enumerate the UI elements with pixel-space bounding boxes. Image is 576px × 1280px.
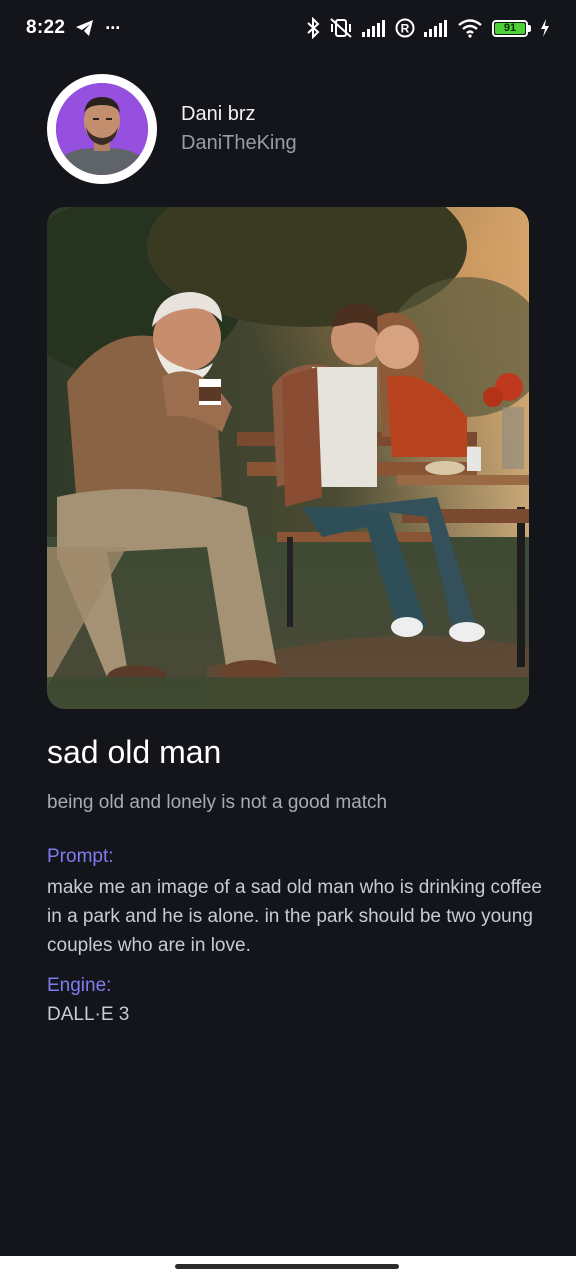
post-description: being old and lonely is not a good match xyxy=(47,792,388,813)
wifi-icon xyxy=(457,18,483,38)
svg-text:R: R xyxy=(401,22,410,36)
charging-icon xyxy=(540,19,550,37)
registered-icon: R xyxy=(395,18,415,38)
prompt-label: Prompt: xyxy=(47,846,114,867)
prompt-text: make me an image of a sad old man who is… xyxy=(47,877,542,956)
avatar[interactable] xyxy=(47,74,157,184)
more-dots-icon: ··· xyxy=(105,17,121,38)
status-bar: 8:22 ··· R 91 xyxy=(0,0,576,56)
engine-label: Engine: xyxy=(47,975,112,996)
vibrate-off-icon xyxy=(329,17,353,39)
signal-icon xyxy=(424,19,448,37)
signal-icon xyxy=(362,19,386,37)
bluetooth-icon xyxy=(306,17,320,39)
post-title: sad old man xyxy=(47,734,222,770)
battery-icon: 91 xyxy=(492,19,531,37)
battery-level: 91 xyxy=(495,22,525,34)
author-name[interactable]: Dani brz xyxy=(181,100,297,128)
engine-value: DALL·E 3 xyxy=(47,1004,130,1025)
author-handle: DaniTheKing xyxy=(181,132,297,154)
telegram-icon xyxy=(75,19,95,37)
generated-image[interactable] xyxy=(47,207,529,709)
author-profile[interactable]: Dani brz DaniTheKing xyxy=(47,74,297,184)
avatar-photo xyxy=(56,83,148,175)
system-nav-bar xyxy=(0,1256,576,1280)
home-indicator[interactable] xyxy=(175,1264,399,1269)
status-time: 8:22 xyxy=(26,17,66,38)
